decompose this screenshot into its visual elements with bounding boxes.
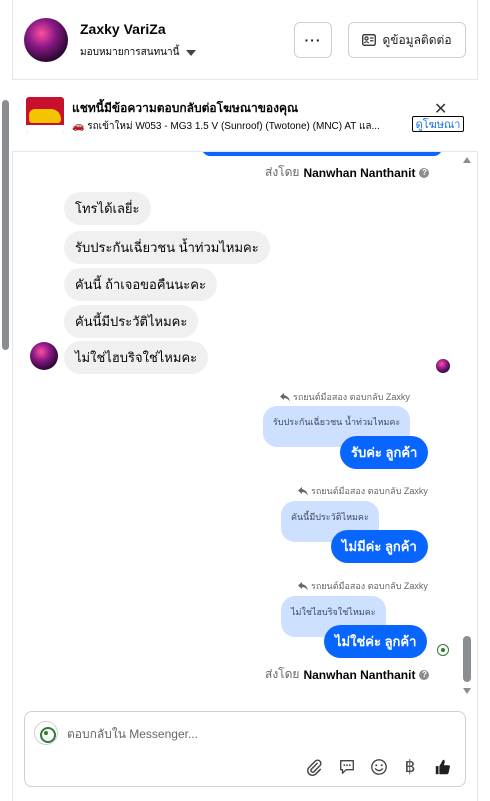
- reply-header: รถยนต์มือสอง ตอบกลับ Zaxky: [298, 579, 428, 593]
- assign-conversation-label: มอบหมายการสนทนานี้: [80, 47, 180, 58]
- assign-conversation-dropdown[interactable]: มอบหมายการสนทนานี้: [80, 45, 197, 60]
- scroll-up-arrow-icon[interactable]: [463, 157, 471, 163]
- right-scrollbar-thumb[interactable]: [463, 636, 471, 682]
- reply-header-label: รถยนต์มือสอง ตอบกลับ Zaxky: [311, 486, 428, 496]
- seen-receipt-icon: [437, 644, 449, 656]
- conversation-header: Zaxky VariZa มอบหมายการสนทนานี้ ··· ดูข้…: [12, 0, 478, 80]
- ad-reply-banner: แชทนี้มีข้อความตอบกลับต่อโฆษณาของคุณ 🚗 ร…: [12, 80, 478, 152]
- reply-input[interactable]: [67, 724, 447, 744]
- view-contact-button[interactable]: ดูข้อมูลติดต่อ: [348, 22, 466, 58]
- sent-by-prefix: ส่งโดย: [265, 667, 300, 681]
- reply-arrow-icon: [298, 581, 308, 591]
- message-thread[interactable]: ส่งโดย Nanwhan Nanthanit ? โทรได้เลยี่ะ …: [12, 152, 478, 697]
- page-avatar: [34, 721, 58, 745]
- ad-banner-subtitle: 🚗 รถเข้าใหม่ W053 - MG3 1.5 V (Sunroof) …: [72, 121, 380, 132]
- outgoing-message-bubble[interactable]: ไม่ใช่ค่ะ ลูกค้า: [324, 625, 428, 658]
- emoji-icon[interactable]: [368, 756, 390, 778]
- reply-header: รถยนต์มือสอง ตอบกลับ Zaxky: [298, 484, 428, 498]
- outgoing-message-bubble[interactable]: [202, 152, 442, 156]
- reply-arrow-icon: [298, 486, 308, 496]
- incoming-message-bubble[interactable]: คันนี้ ถ้าเจอขอคืนนะคะ: [64, 268, 217, 301]
- info-icon[interactable]: ?: [419, 669, 430, 680]
- incoming-message-bubble[interactable]: โทรได้เลยี่ะ: [64, 192, 151, 225]
- ad-thumbnail[interactable]: [26, 97, 64, 133]
- scroll-down-arrow-icon[interactable]: [463, 688, 471, 694]
- sender-avatar[interactable]: [30, 342, 58, 370]
- ad-banner-title: แชทนี้มีข้อความตอบกลับต่อโฆษณาของคุณ: [72, 101, 299, 115]
- sent-by-name: Nanwhan Nanthanit: [303, 165, 416, 180]
- incoming-message-bubble[interactable]: คันนี้มีประวัติไหมคะ: [64, 305, 199, 338]
- outgoing-message-bubble[interactable]: รับค่ะ ลูกค้า: [340, 436, 429, 469]
- incoming-message-bubble[interactable]: รับประกันเฉี่ยวชน น้ำท่วมไหมคะ: [64, 231, 270, 264]
- reply-header-label: รถยนต์มือสอง ตอบกลับ Zaxky: [293, 392, 410, 402]
- sent-by-prefix: ส่งโดย: [265, 165, 300, 179]
- read-receipt-avatar: [436, 359, 450, 373]
- outgoing-message-bubble[interactable]: ไม่มีค่ะ ลูกค้า: [331, 530, 428, 563]
- incoming-message-bubble[interactable]: ไม่ใช่ไฮบริจใช่ไหมคะ: [64, 341, 209, 374]
- reply-header: รถยนต์มือสอง ตอบกลับ Zaxky: [280, 390, 410, 404]
- contact-name[interactable]: Zaxky VariZa: [80, 21, 166, 37]
- sent-by-label: ส่งโดย Nanwhan Nanthanit ?: [265, 665, 430, 684]
- payment-icon[interactable]: ฿: [399, 756, 421, 778]
- thumbs-up-icon[interactable]: [432, 756, 454, 778]
- view-contact-label: ดูข้อมูลติดต่อ: [382, 32, 452, 47]
- reply-header-label: รถยนต์มือสอง ตอบกลับ Zaxky: [311, 581, 428, 591]
- info-icon[interactable]: ?: [419, 167, 430, 178]
- car-image-icon: [29, 109, 61, 123]
- message-composer: ฿: [24, 711, 466, 787]
- sent-by-label: ส่งโดย Nanwhan Nanthanit ?: [265, 163, 430, 182]
- left-scrollbar[interactable]: [2, 100, 9, 350]
- caret-down-icon: [186, 49, 197, 56]
- sent-by-name: Nanwhan Nanthanit: [303, 667, 416, 682]
- attachment-icon[interactable]: [303, 756, 325, 778]
- more-options-button[interactable]: ···: [294, 22, 332, 58]
- avatar[interactable]: [24, 18, 68, 62]
- saved-replies-icon[interactable]: [336, 756, 358, 778]
- contact-card-icon: [362, 34, 377, 46]
- reply-arrow-icon: [280, 392, 290, 402]
- view-ad-link[interactable]: ดูโฆษณา: [412, 116, 464, 132]
